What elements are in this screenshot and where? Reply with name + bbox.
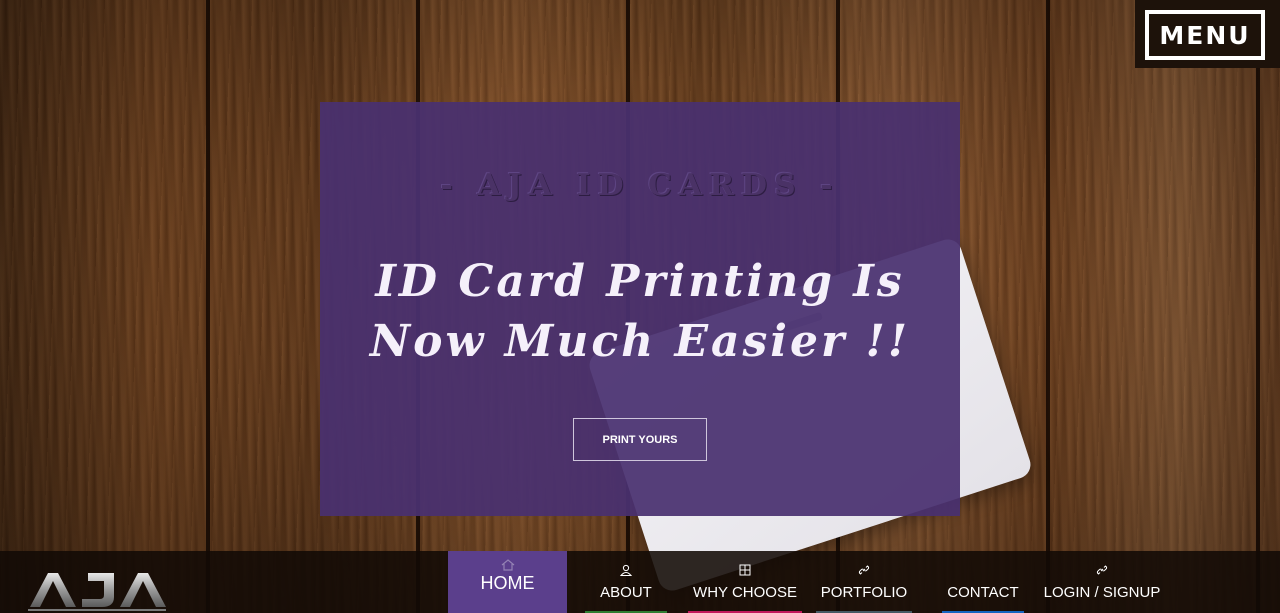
link-icon (816, 564, 912, 576)
print-yours-button[interactable]: PRINT YOURS (573, 418, 707, 461)
hero-headline: ID Card Printing Is Now Much Easier !! (320, 252, 960, 372)
nav-portfolio[interactable]: PORTFOLIO (816, 551, 912, 613)
aja-logo[interactable] (28, 567, 166, 613)
hero-headline-line-1: ID Card Printing Is (375, 256, 905, 307)
hero-panel: - AJA ID CARDS - ID Card Printing Is Now… (320, 102, 960, 516)
brand-tagline: - AJA ID CARDS - (440, 168, 840, 203)
nav-why-choose[interactable]: WHY CHOOSE (688, 551, 802, 613)
nav-home-label: HOME (480, 573, 535, 593)
nav-login-signup-label: LOGIN / SIGNUP (1043, 584, 1161, 601)
hero-headline-line-2: Now Much Easier !! (369, 316, 911, 367)
nav-why-choose-label: WHY CHOOSE (693, 584, 797, 601)
nav-login-signup[interactable]: LOGIN / SIGNUP (1038, 551, 1166, 613)
nav-contact[interactable]: CONTACT (942, 551, 1024, 613)
link-icon (1038, 564, 1166, 576)
grid-icon (688, 564, 802, 576)
menu-button[interactable]: MENU (1145, 10, 1265, 60)
user-icon (585, 564, 667, 576)
nav-home[interactable]: HOME (448, 551, 567, 613)
nav-portfolio-label: PORTFOLIO (820, 584, 908, 601)
bottom-navbar: HOME ABOUT WHY CHOOSE PORTFOLIO CONTACT (0, 551, 1280, 613)
menu-container: MENU (1135, 0, 1280, 68)
home-icon (448, 559, 567, 571)
nav-about[interactable]: ABOUT (585, 551, 667, 613)
phone-icon (942, 564, 1024, 576)
nav-about-label: ABOUT (600, 584, 652, 601)
page: MENU - AJA ID CARDS - ID Card Printing I… (0, 0, 1280, 613)
nav-contact-label: CONTACT (947, 584, 1019, 601)
